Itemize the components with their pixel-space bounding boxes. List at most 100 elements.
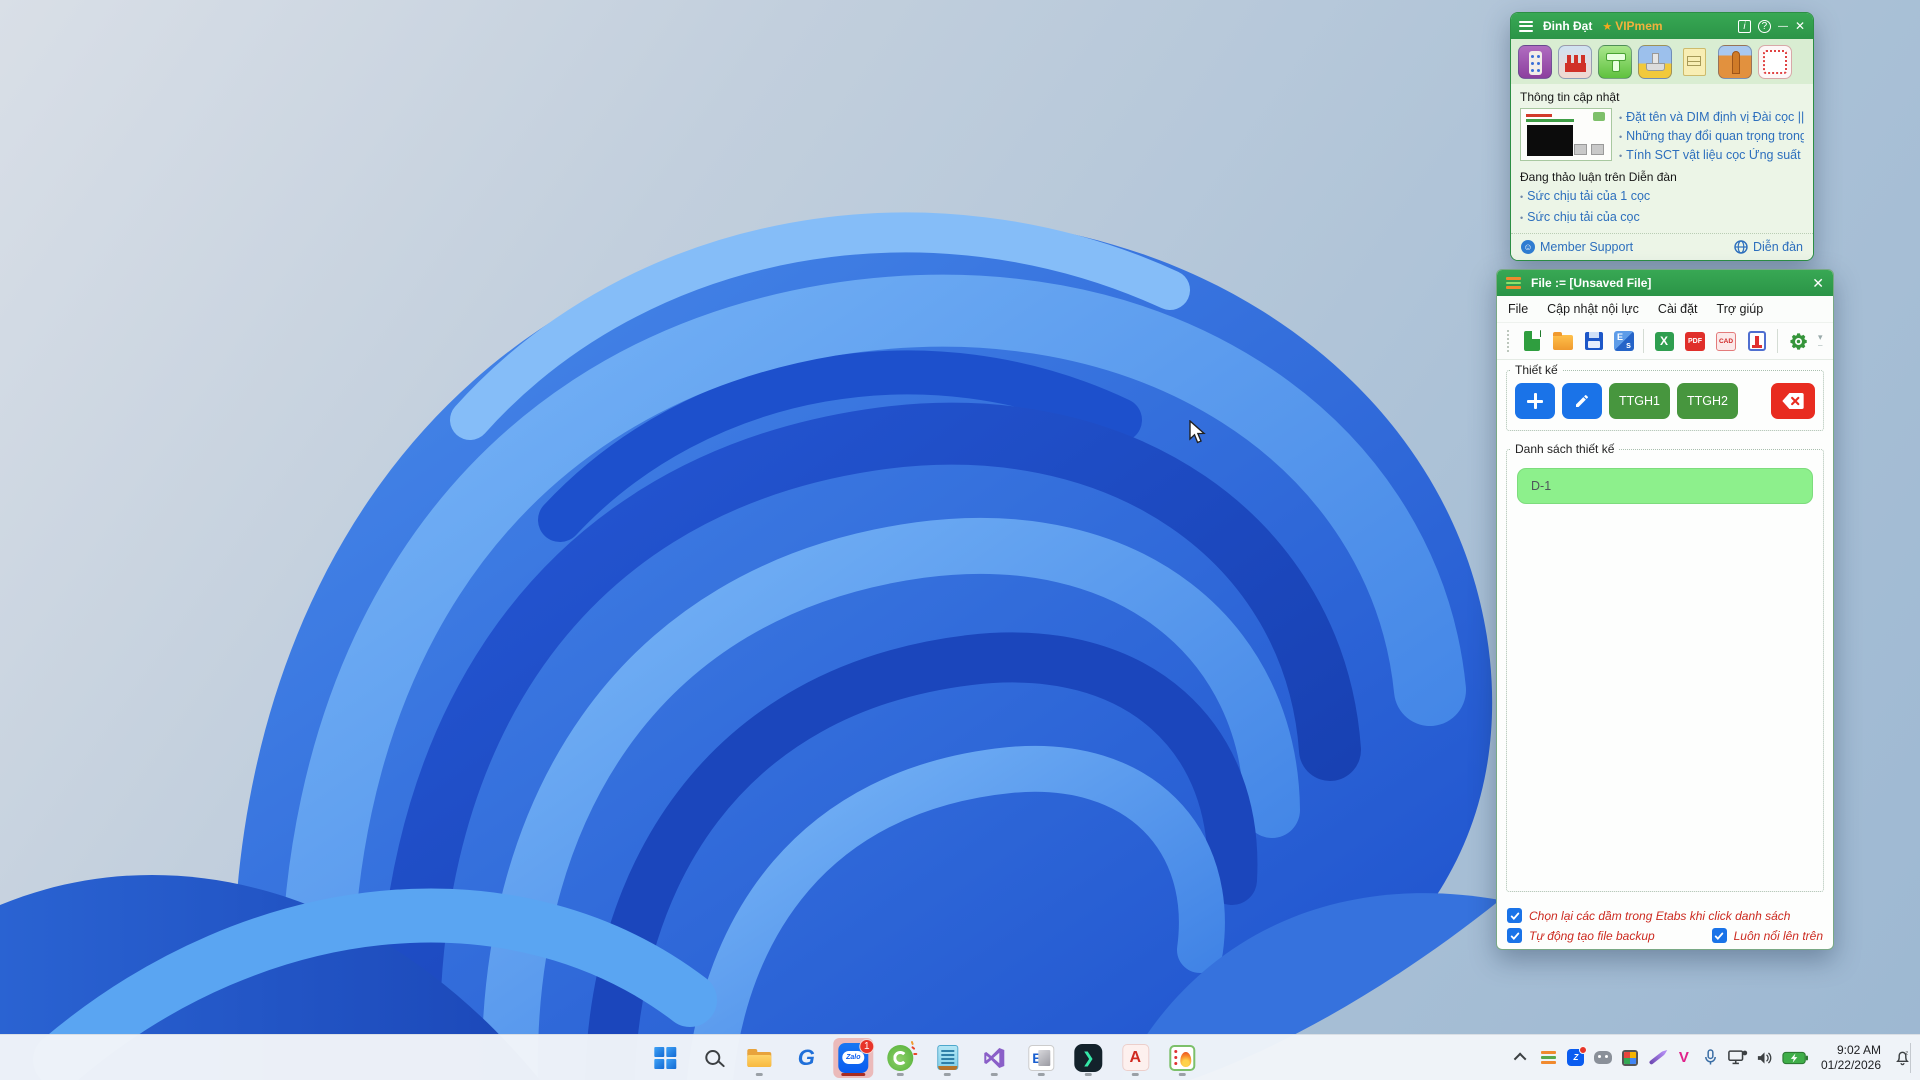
edit-design-button[interactable]: [1562, 383, 1602, 419]
microphone-icon[interactable]: [1699, 1042, 1723, 1074]
save-icon[interactable]: [1583, 330, 1605, 352]
menu-cap-nhat-noi-luc[interactable]: Cập nhật nội lực: [1547, 302, 1639, 316]
widget-body: Thông tin cập nhật •Đặt tên và DIM định …: [1511, 84, 1813, 224]
discord-tray-icon[interactable]: [1591, 1042, 1615, 1074]
autocad-icon: A: [1122, 1044, 1149, 1071]
zalo-notification-badge: 1: [859, 1039, 874, 1054]
vip-badge: VIPmem: [1615, 19, 1662, 33]
settings-gear-icon[interactable]: [1787, 330, 1809, 352]
clock-date: 01/22/2026: [1821, 1058, 1881, 1072]
checkbox-label[interactable]: Luôn nổi lên trên: [1734, 929, 1823, 943]
file-explorer-button[interactable]: [739, 1038, 779, 1078]
update-thumbnail[interactable]: [1520, 108, 1612, 161]
pile-cap-icon[interactable]: [1518, 45, 1552, 79]
speaker-icon[interactable]: [1753, 1042, 1777, 1074]
footing-red-icon[interactable]: [1558, 45, 1592, 79]
pile-soil-icon[interactable]: [1718, 45, 1752, 79]
slab-section-icon[interactable]: [1758, 45, 1792, 79]
start-button[interactable]: [645, 1038, 685, 1078]
desktop: Đinh Đạt ★ VIPmem i ? — ✕ Thông tin cập …: [0, 0, 1920, 1080]
steel-design-button[interactable]: [1162, 1038, 1202, 1078]
pen-tray-icon[interactable]: [1645, 1042, 1669, 1074]
show-desktop-strip[interactable]: [1910, 1043, 1914, 1073]
plus-icon: [1527, 393, 1543, 409]
coccoc-button[interactable]: [880, 1038, 920, 1078]
battery-charging-icon[interactable]: [1780, 1042, 1810, 1074]
visual-studio-button[interactable]: [974, 1038, 1014, 1078]
close-icon[interactable]: ✕: [1795, 19, 1805, 33]
info-icon[interactable]: i: [1738, 20, 1751, 33]
report-doc-icon[interactable]: [1678, 45, 1712, 79]
design-group: Thiết kế TTGH1 TTGH2: [1506, 363, 1824, 431]
toolbar-separator: [1777, 329, 1778, 353]
network-display-icon[interactable]: [1726, 1042, 1750, 1074]
excel-export-icon[interactable]: X: [1653, 330, 1675, 352]
hamburger-menu-icon[interactable]: [1519, 21, 1533, 32]
clock[interactable]: 9:02 AM 01/22/2026: [1813, 1042, 1887, 1074]
notepad-button[interactable]: [927, 1038, 967, 1078]
foundation-icon[interactable]: [1638, 45, 1672, 79]
folder-icon: [747, 1049, 771, 1067]
autocad-button[interactable]: A: [1115, 1038, 1155, 1078]
pdf-export-icon[interactable]: PDF: [1684, 330, 1706, 352]
design-list-group: Danh sách thiết kế D-1: [1506, 442, 1824, 892]
checkbox-always-on-top[interactable]: [1712, 928, 1727, 943]
update-link[interactable]: •Những thay đổi quan trọng trong T: [1619, 129, 1804, 143]
zalo-button[interactable]: Zalo 1: [833, 1038, 873, 1078]
delete-design-button[interactable]: [1771, 383, 1815, 419]
minimize-icon[interactable]: —: [1778, 21, 1788, 32]
menubar: File Cập nhật nội lực Cài đặt Trợ giúp: [1497, 296, 1833, 323]
cad-export-icon[interactable]: CAD: [1715, 330, 1737, 352]
update-link[interactable]: •Đặt tên và DIM định vị Đài cọc || Qu: [1619, 110, 1804, 124]
app-logo-icon: [1506, 277, 1521, 289]
toolbar-separator: [1643, 329, 1644, 353]
v-app-tray-icon[interactable]: V: [1672, 1042, 1696, 1074]
support-icon: ☺: [1521, 240, 1535, 254]
new-file-icon[interactable]: [1521, 330, 1543, 352]
checkbox-label[interactable]: Tự động tạo file backup: [1529, 929, 1655, 943]
pencil-icon: [1574, 393, 1590, 409]
gstarcad-button[interactable]: G: [786, 1038, 826, 1078]
ttgh1-button[interactable]: TTGH1: [1609, 383, 1670, 419]
main-titlebar[interactable]: File := [Unsaved File] ✕: [1497, 270, 1833, 296]
tee-beam-icon[interactable]: [1598, 45, 1632, 79]
notepad-icon: [937, 1045, 958, 1070]
close-icon[interactable]: ✕: [1812, 275, 1824, 292]
widget-window: Đinh Đạt ★ VIPmem i ? — ✕ Thông tin cập …: [1510, 12, 1814, 261]
widget-title: Đinh Đạt: [1543, 19, 1592, 33]
visual-studio-icon: [982, 1046, 1006, 1070]
toolbar-grip: [1507, 330, 1510, 352]
coccoc-icon: [887, 1045, 913, 1071]
menu-file[interactable]: File: [1508, 302, 1528, 316]
forum-link[interactable]: •Sức chịu tải của 1 cọc: [1520, 189, 1804, 203]
update-link[interactable]: •Tính SCT vật liệu cọc Ứng suất trướ: [1619, 148, 1804, 162]
hidden-icons-chevron[interactable]: [1510, 1042, 1534, 1074]
design-group-label: Thiết kế: [1511, 363, 1562, 377]
column-section-icon[interactable]: [1746, 330, 1768, 352]
checkbox-label[interactable]: Chọn lại các dầm trong Etabs khi click d…: [1529, 909, 1790, 923]
ttgh2-button[interactable]: TTGH2: [1677, 383, 1738, 419]
help-icon[interactable]: ?: [1758, 20, 1771, 33]
zalo-tray-icon[interactable]: Z: [1564, 1042, 1588, 1074]
filmora-button[interactable]: ❯: [1068, 1038, 1108, 1078]
open-folder-icon[interactable]: [1552, 330, 1574, 352]
add-design-button[interactable]: [1515, 383, 1555, 419]
forum-link[interactable]: •Sức chịu tải của cọc: [1520, 210, 1804, 224]
member-support-link[interactable]: ☺ Member Support: [1521, 240, 1633, 254]
search-icon: [705, 1050, 720, 1065]
overflow-arrow-icon[interactable]: ▾⎯: [1818, 333, 1823, 349]
photos-tray-icon[interactable]: [1618, 1042, 1642, 1074]
forum-footer-link[interactable]: Diễn đàn: [1734, 240, 1803, 254]
checkbox-auto-backup[interactable]: [1507, 928, 1522, 943]
menu-cai-dat[interactable]: Cài đặt: [1658, 302, 1698, 316]
etabs-button[interactable]: E: [1021, 1038, 1061, 1078]
options-checkboxes: Chọn lại các dầm trong Etabs khi click d…: [1507, 903, 1823, 943]
search-button[interactable]: [692, 1038, 732, 1078]
checkbox-reselect-beams[interactable]: [1507, 908, 1522, 923]
design-list-item[interactable]: D-1: [1517, 468, 1813, 504]
menu-tro-giup[interactable]: Trợ giúp: [1717, 302, 1764, 316]
clock-time: 9:02 AM: [1837, 1043, 1881, 1057]
widget-titlebar[interactable]: Đinh Đạt ★ VIPmem i ? — ✕: [1511, 13, 1813, 39]
app-stripes-tray-icon[interactable]: [1537, 1042, 1561, 1074]
etabs-es-icon[interactable]: Es: [1614, 331, 1634, 351]
